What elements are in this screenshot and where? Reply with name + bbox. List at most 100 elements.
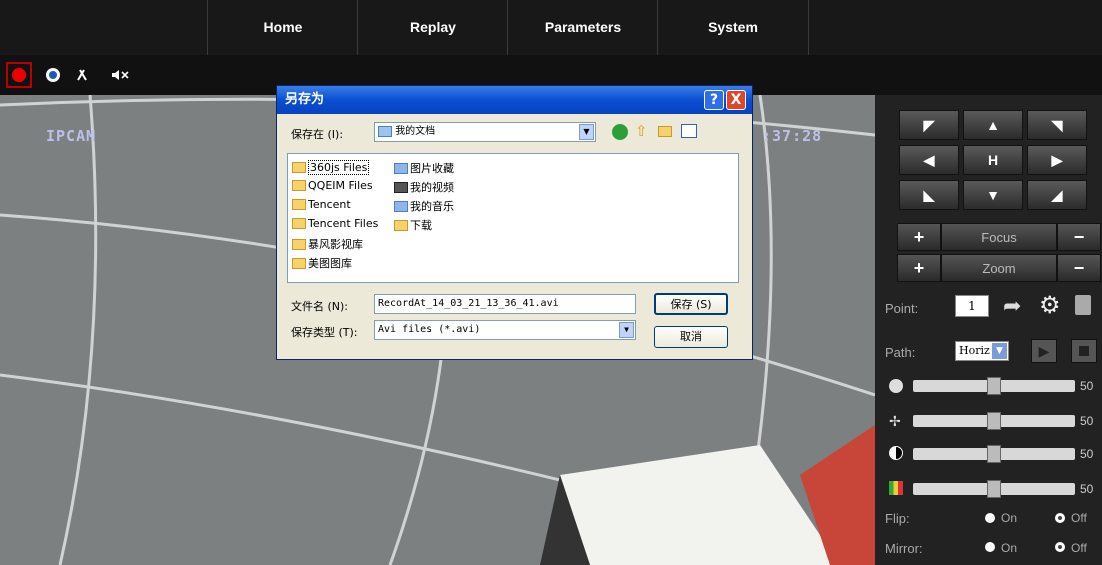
view-menu-icon[interactable]	[681, 124, 697, 138]
hue-value: 50	[1080, 414, 1094, 428]
cancel-button[interactable]: 取消	[654, 326, 728, 348]
ptz-up-right-button[interactable]: ◥	[1027, 110, 1087, 140]
snapshot-button[interactable]	[40, 62, 66, 88]
list-item[interactable]: 美图图库	[292, 255, 352, 271]
brightness-icon	[889, 379, 903, 393]
arrow-up-right-icon: ◥	[1051, 116, 1063, 133]
focus-plus-button[interactable]: +	[897, 223, 941, 251]
list-item[interactable]: 下载	[394, 217, 432, 233]
mirror-off-radio[interactable]	[1055, 542, 1065, 552]
nav-home[interactable]: Home	[207, 0, 358, 55]
stop-icon	[1079, 346, 1089, 356]
list-item[interactable]: 我的视频	[394, 179, 454, 195]
save-button[interactable]: 保存 (S)	[654, 293, 728, 315]
arrow-up-left-icon: ◤	[923, 116, 935, 133]
plus-icon: +	[913, 226, 925, 247]
music-folder-icon	[394, 200, 408, 212]
list-item[interactable]: Tencent Files	[292, 217, 378, 230]
nav-parameters[interactable]: Parameters	[507, 0, 658, 55]
ptz-home-button[interactable]: H	[963, 145, 1023, 175]
flip-label: Flip:	[885, 511, 910, 526]
record-button[interactable]	[6, 62, 32, 88]
chevron-down-icon: ▼	[619, 322, 634, 338]
path-label: Path:	[885, 345, 916, 360]
zoom-label: Zoom	[941, 254, 1057, 282]
saturation-slider-handle[interactable]	[987, 480, 1001, 498]
folder-icon	[292, 199, 306, 210]
goto-point-icon[interactable]: ➦	[1003, 293, 1021, 319]
contrast-value: 50	[1080, 447, 1094, 461]
play-icon: ▶	[1038, 342, 1050, 359]
ptz-up-left-button[interactable]: ◤	[899, 110, 959, 140]
list-item[interactable]: 我的音乐	[394, 198, 454, 214]
filename-label: 文件名 (N):	[291, 300, 349, 313]
list-item[interactable]: 暴风影视库	[292, 236, 363, 252]
zoom-minus-button[interactable]: −	[1057, 254, 1101, 282]
mirror-on-label: On	[1001, 541, 1018, 555]
osd-camera-name: IPCAM	[46, 127, 97, 145]
ptz-left-button[interactable]: ◀	[899, 145, 959, 175]
ptz-down-button[interactable]: ▼	[963, 180, 1023, 210]
flip-on-radio[interactable]	[985, 513, 995, 523]
folder-icon	[292, 257, 306, 269]
list-item[interactable]: QQEIM Files	[292, 179, 373, 192]
folder-icon	[292, 238, 306, 250]
mic-muted-icon	[77, 69, 87, 81]
brightness-slider-handle[interactable]	[987, 377, 1001, 395]
flip-off-radio[interactable]	[1055, 513, 1065, 523]
list-item[interactable]: Tencent	[292, 198, 351, 211]
arrow-right-icon: ▶	[1051, 151, 1063, 168]
close-button[interactable]: X	[726, 90, 746, 110]
mirror-on-radio[interactable]	[985, 542, 995, 552]
file-list[interactable]: 360js Files QQEIM Files Tencent Tencent …	[287, 153, 739, 283]
arrow-down-icon: ▼	[986, 187, 1000, 203]
help-button[interactable]: ?	[704, 90, 724, 110]
folder-icon	[292, 218, 306, 229]
gear-icon[interactable]: ⚙	[1039, 291, 1061, 320]
videos-folder-icon	[394, 181, 408, 193]
flip-off-label: Off	[1071, 511, 1087, 525]
chevron-down-icon: ▼	[579, 124, 594, 140]
pictures-folder-icon	[394, 162, 408, 174]
record-icon	[12, 68, 26, 82]
filetype-value: Avi files (*.avi)	[378, 324, 481, 335]
folder-icon	[394, 219, 408, 231]
contrast-slider-handle[interactable]	[987, 445, 1001, 463]
focus-minus-button[interactable]: −	[1057, 223, 1101, 251]
path-select[interactable]: Horiz ▼	[955, 341, 1009, 361]
list-item[interactable]: 360js Files	[292, 160, 370, 175]
zoom-plus-button[interactable]: +	[897, 254, 941, 282]
control-panel: ◤ ▲ ◥ ◀ H ▶ ◣ ▼ ◢ + Focus − + Zoom − Poi…	[875, 95, 1102, 565]
filetype-label: 保存类型 (T):	[291, 326, 358, 339]
save-in-select[interactable]: 我的文档 ▼	[374, 122, 596, 142]
ptz-down-left-button[interactable]: ◣	[899, 180, 959, 210]
filename-input[interactable]: RecordAt_14_03_21_13_36_41.avi	[374, 294, 636, 314]
ptz-down-right-button[interactable]: ◢	[1027, 180, 1087, 210]
up-folder-icon[interactable]: ⇧	[635, 123, 651, 139]
nav-system[interactable]: System	[657, 0, 809, 55]
flip-on-label: On	[1001, 511, 1018, 525]
point-input[interactable]: 1	[955, 295, 989, 317]
top-navigation: Home Replay Parameters System	[0, 0, 1102, 55]
talk-button[interactable]	[70, 62, 96, 88]
arrow-down-right-icon: ◢	[1051, 186, 1063, 203]
contrast-icon	[889, 446, 903, 460]
folder-icon	[292, 162, 306, 173]
path-stop-button[interactable]	[1071, 339, 1097, 363]
filetype-select[interactable]: Avi files (*.avi) ▼	[374, 320, 636, 340]
osd-time: :37:28	[762, 127, 823, 145]
list-item[interactable]: 图片收藏	[394, 160, 454, 176]
trash-icon[interactable]	[1075, 295, 1091, 315]
hue-slider-handle[interactable]	[987, 412, 1001, 430]
brightness-value: 50	[1080, 379, 1094, 393]
path-play-button[interactable]: ▶	[1031, 339, 1057, 363]
back-icon[interactable]	[612, 124, 628, 140]
audio-button[interactable]	[108, 62, 134, 88]
nav-replay[interactable]: Replay	[357, 0, 508, 55]
new-folder-icon[interactable]	[658, 126, 672, 140]
ptz-up-button[interactable]: ▲	[963, 110, 1023, 140]
saturation-value: 50	[1080, 482, 1094, 496]
ptz-right-button[interactable]: ▶	[1027, 145, 1087, 175]
speaker-muted-icon	[112, 70, 129, 80]
path-select-value: Horiz	[959, 344, 990, 357]
